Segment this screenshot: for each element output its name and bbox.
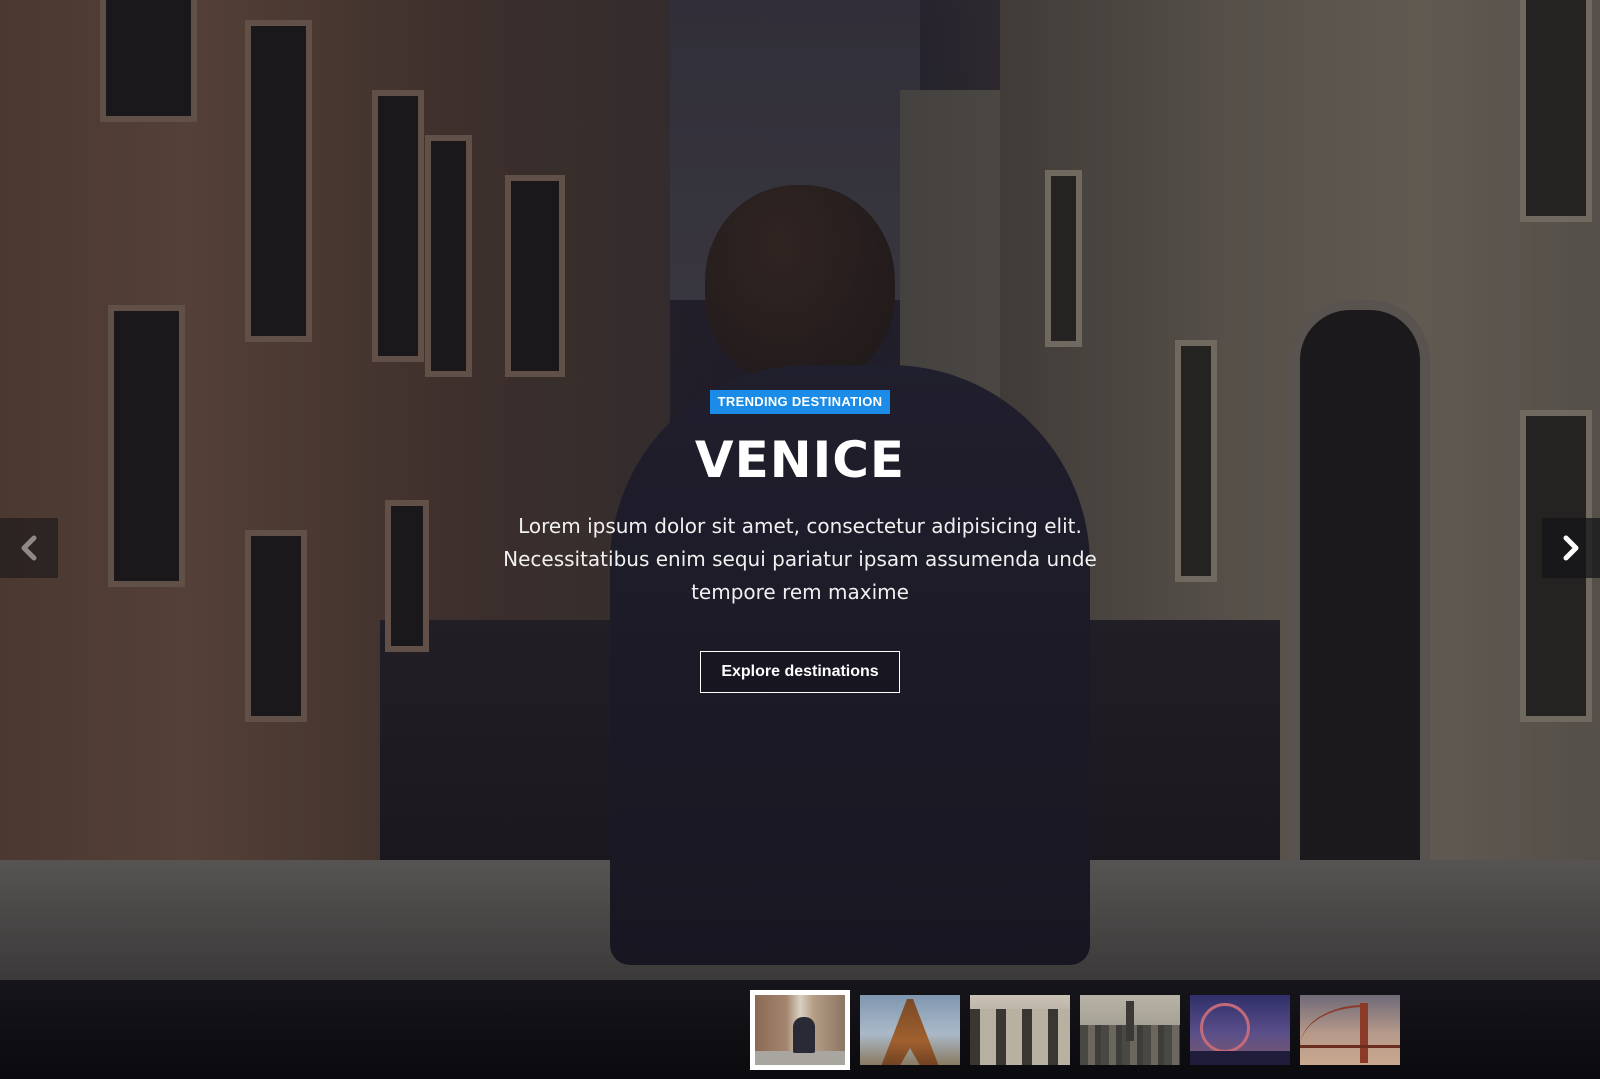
explore-destinations-button[interactable]: Explore destinations [700,651,900,693]
new-york-thumbnail-image [1080,995,1180,1065]
next-slide-button[interactable] [1542,518,1600,578]
thumbnail-rome[interactable] [970,995,1070,1065]
london-thumbnail-image [1190,995,1290,1065]
thumbnail-venice[interactable] [750,990,850,1070]
chevron-left-icon [18,534,40,562]
slide-description: Lorem ipsum dolor sit amet, consectetur … [503,514,1097,604]
rome-thumbnail-image [970,995,1070,1065]
paris-thumbnail-image [860,995,960,1065]
thumbnail-london[interactable] [1190,995,1290,1065]
thumbnail-strip [0,980,1600,1079]
chevron-right-icon [1560,534,1582,562]
slide-title: VENICE [694,431,906,489]
san-francisco-thumbnail-image [1300,995,1400,1065]
venice-thumbnail-image [755,995,845,1065]
thumbnail-san-francisco[interactable] [1300,995,1400,1065]
thumbnail-new-york[interactable] [1080,995,1180,1065]
prev-slide-button[interactable] [0,518,58,578]
thumbnail-paris[interactable] [860,995,960,1065]
slide-caption: TRENDING DESTINATION VENICE Lorem ipsum … [400,390,1200,693]
hero-slide: TRENDING DESTINATION VENICE Lorem ipsum … [0,0,1600,980]
trending-badge: TRENDING DESTINATION [709,390,891,414]
